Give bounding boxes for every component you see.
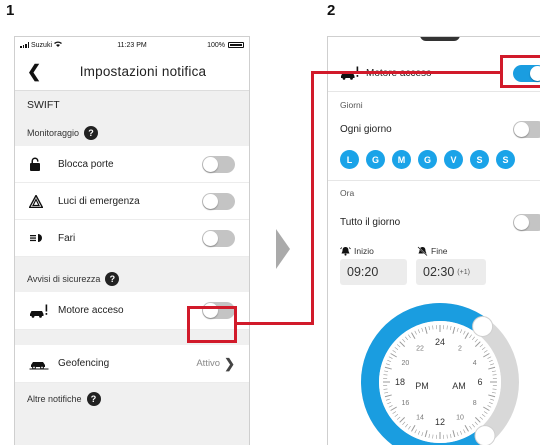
- dial-number: 12: [435, 417, 445, 427]
- pm-label: PM: [415, 381, 429, 391]
- lock-doors-toggle[interactable]: [202, 155, 235, 173]
- am-label: AM: [452, 381, 466, 391]
- setting-row-lock-doors: Blocca porte: [15, 146, 249, 183]
- nav-bar: ❮ Impostazioni notifica: [15, 53, 249, 91]
- status-bar: Suzuki 11:23 PM 100%: [15, 37, 249, 53]
- hazard-lights-toggle[interactable]: [202, 192, 235, 210]
- connector-line: [311, 71, 314, 325]
- hazard-warning-icon: [29, 194, 51, 208]
- end-time-handle[interactable]: [472, 315, 494, 337]
- dial-number: 14: [416, 415, 424, 422]
- step-number-2: 2: [327, 2, 336, 19]
- every-day-label: Ogni giorno: [340, 123, 392, 135]
- day-button[interactable]: V: [444, 150, 463, 169]
- step-number-1: 1: [6, 2, 15, 19]
- phone-screen-notification-settings: Suzuki 11:23 PM 100% ❮ Impostazioni noti…: [14, 36, 250, 445]
- dial-number: 22: [416, 345, 424, 352]
- every-day-row: Ogni giorno: [328, 116, 540, 142]
- dial-number: 16: [401, 400, 409, 407]
- other-notifications-label: Altre notifiche: [27, 393, 82, 404]
- day-button[interactable]: S: [470, 150, 489, 169]
- dial-number: 20: [401, 360, 409, 367]
- setting-label: Motore acceso: [58, 305, 124, 316]
- help-icon[interactable]: ?: [86, 391, 101, 406]
- back-chevron-icon[interactable]: ❮: [27, 63, 41, 80]
- days-header: Giorni: [340, 100, 363, 110]
- vehicle-name: SWIFT: [15, 91, 249, 119]
- highlight-engine-on-toggle-step2: [500, 55, 540, 88]
- day-button[interactable]: S: [496, 150, 515, 169]
- help-icon[interactable]: ?: [84, 125, 99, 140]
- alarm-off-icon: [417, 246, 428, 256]
- time-header: Ora: [340, 188, 355, 198]
- geofencing-status: Attivo: [196, 358, 221, 369]
- every-day-toggle[interactable]: [513, 121, 540, 138]
- day-button[interactable]: L: [340, 150, 359, 169]
- monitoring-label: Monitoraggio: [27, 127, 80, 138]
- security-label: Avvisi di sicurezza: [27, 273, 101, 284]
- geofence-car-icon: [29, 357, 51, 371]
- setting-label: Luci di emergenza: [58, 195, 140, 207]
- end-time-value: 02:30: [423, 265, 455, 279]
- weekday-selector: L G M G V S S: [340, 150, 515, 169]
- day-button[interactable]: M: [392, 150, 411, 169]
- start-time-field[interactable]: 09:20: [340, 259, 407, 285]
- alarm-bell-icon: [340, 246, 351, 256]
- chevron-right-icon: ❯: [224, 355, 235, 371]
- battery-icon: [228, 42, 244, 48]
- page-title: Impostazioni notifica: [79, 64, 207, 79]
- setting-label: Geofencing: [58, 358, 110, 369]
- day-button[interactable]: G: [418, 150, 437, 169]
- headlights-toggle[interactable]: [202, 229, 235, 247]
- setting-row-geofencing[interactable]: Geofencing Attivo ❯: [15, 345, 249, 383]
- start-label-text: Inizio: [354, 246, 374, 256]
- dial-number: 6: [477, 377, 482, 387]
- engine-on-car-icon: [29, 304, 51, 318]
- connector-line: [237, 322, 314, 325]
- dial-number: 2: [458, 345, 462, 352]
- lock-icon: [29, 157, 51, 171]
- next-step-arrow-icon: [276, 229, 290, 269]
- end-label-text: Fine: [431, 246, 448, 256]
- phone-screen-engine-on-settings: Motore acceso Giorni Ogni giorno L G M G…: [327, 36, 540, 445]
- all-day-toggle[interactable]: [513, 214, 540, 231]
- dial-number: 18: [395, 377, 405, 387]
- setting-label: Blocca porte: [58, 158, 114, 170]
- security-header: Avvisi di sicurezza ?: [15, 265, 249, 292]
- dial-number: 24: [435, 337, 445, 347]
- start-time-value: 09:20: [347, 265, 379, 279]
- headlight-icon: [29, 231, 51, 245]
- other-notifications-header: Altre notifiche ?: [15, 385, 249, 412]
- all-day-label: Tutto il giorno: [340, 216, 401, 228]
- day-button[interactable]: G: [366, 150, 385, 169]
- end-time-label: Fine: [417, 246, 448, 256]
- dial-number: 4: [473, 360, 477, 367]
- connector-line: [311, 71, 501, 74]
- time-range-dial[interactable]: 24246810121416182022 PM AM: [358, 300, 522, 445]
- status-time: 11:23 PM: [117, 41, 147, 49]
- dial-number: 10: [456, 415, 464, 422]
- end-time-field[interactable]: 02:30 (+1): [416, 259, 486, 285]
- all-day-row: Tutto il giorno: [328, 209, 540, 235]
- setting-label: Fari: [58, 232, 76, 244]
- start-time-handle[interactable]: [474, 425, 496, 445]
- highlight-engine-on-toggle: [187, 306, 237, 343]
- help-icon[interactable]: ?: [105, 271, 120, 286]
- dial-number: 8: [473, 400, 477, 407]
- end-time-next-day: (+1): [457, 268, 470, 276]
- start-time-label: Inizio: [340, 246, 374, 256]
- setting-row-headlights: Fari: [15, 220, 249, 257]
- setting-row-hazard-lights: Luci di emergenza: [15, 183, 249, 220]
- monitoring-header: Monitoraggio ?: [15, 119, 249, 146]
